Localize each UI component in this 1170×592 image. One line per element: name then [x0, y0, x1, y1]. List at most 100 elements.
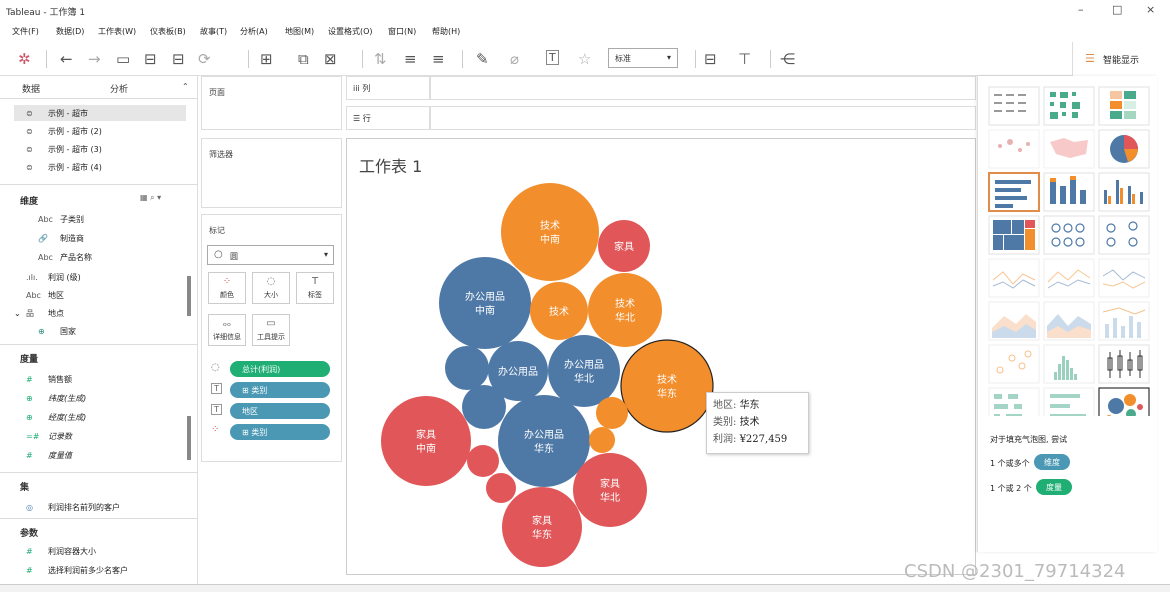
swap-icon[interactable]: ⇅	[374, 50, 387, 68]
viz-canvas[interactable]: 工作表 1 技术中南 家具 办公用品中南 技术 技术华北 办公用品 办公用品华北 技术华东 家具…	[346, 138, 976, 575]
forward-icon[interactable]: →	[88, 50, 101, 68]
close-button[interactable]: ×	[1146, 3, 1155, 16]
menu-help[interactable]: 帮助(H)	[432, 26, 460, 37]
chart-type-packed-bubbles[interactable]	[1098, 387, 1150, 416]
menu-dashboard[interactable]: 仪表板(B)	[150, 26, 186, 37]
datasource-item-3[interactable]: ⊜ 示例 - 超市 (3)	[26, 144, 102, 155]
chart-type-side-by-side-circles[interactable]	[1098, 215, 1150, 255]
set-item[interactable]: ◎ 利润排名前列的客户	[26, 502, 120, 513]
chart-type-gantt[interactable]	[988, 387, 1040, 416]
highlight-icon[interactable]: ✎	[476, 50, 489, 68]
dimension-item[interactable]: Abc 地区	[26, 290, 64, 301]
show-me-tab[interactable]: ☰ 智能显示	[1072, 42, 1170, 76]
tab-toggle-icon[interactable]: ⌃	[182, 82, 189, 91]
chart-type-lines-continuous[interactable]	[988, 258, 1040, 298]
chart-type-filled-map[interactable]	[1043, 129, 1095, 169]
chart-type-treemap[interactable]	[988, 215, 1040, 255]
chart-type-highlight-table[interactable]	[1098, 86, 1150, 126]
dimension-item[interactable]: ⊕ 国家	[38, 326, 76, 337]
chart-type-lines-discrete[interactable]	[1043, 258, 1095, 298]
chart-type-box-plot[interactable]	[1098, 344, 1150, 384]
fit-select[interactable]: 标准 ▾	[608, 48, 678, 68]
chart-type-pie[interactable]	[1098, 129, 1150, 169]
dimension-item[interactable]: Abc 子类别	[38, 214, 84, 225]
bubble-chart[interactable]: 技术中南家具办公用品中南 技术技术华北办公用品办公用品华北 技术华东家具中南办公用品…	[347, 139, 977, 576]
tableau-logo-icon[interactable]: ✲	[18, 50, 31, 68]
dimension-item[interactable]: 🔗 制造商	[38, 233, 84, 244]
bubble-办公用品-华北[interactable]	[548, 335, 620, 407]
chart-type-histogram[interactable]	[1043, 344, 1095, 384]
tooltip-button[interactable]: ▭ 工具提示	[252, 314, 290, 346]
back-icon[interactable]: ←	[60, 50, 73, 68]
measure-item[interactable]: ⊕ 经度(生成)	[26, 412, 86, 423]
menu-worksheet[interactable]: 工作表(W)	[98, 26, 136, 37]
new-sheet-icon[interactable]: ⊞	[260, 50, 273, 68]
chart-type-bullet-graph[interactable]	[1043, 387, 1095, 416]
menu-format[interactable]: 设置格式(O)	[328, 26, 373, 37]
menu-window[interactable]: 窗口(N)	[388, 26, 416, 37]
datasource-item-4[interactable]: ⊜ 示例 - 超市 (4)	[26, 162, 102, 173]
chart-type-area-continuous[interactable]	[988, 301, 1040, 341]
bubble-家具-华东[interactable]	[502, 487, 582, 567]
measure-item[interactable]: ⊕ 纬度(生成)	[26, 393, 86, 404]
dimensions-scrollbar[interactable]	[187, 276, 191, 316]
save-icon[interactable]: ▭	[116, 50, 130, 68]
menu-analysis[interactable]: 分析(A)	[240, 26, 268, 37]
size-button[interactable]: ◌ 大小	[252, 272, 290, 304]
bubble-技术-华北[interactable]	[588, 273, 662, 347]
menu-file[interactable]: 文件(F)	[12, 26, 39, 37]
filters-card[interactable]: 筛选器	[201, 138, 342, 208]
parameter-item[interactable]: # 利润容器大小	[26, 546, 96, 557]
bubble-办公用品[interactable]	[445, 346, 489, 390]
pin-icon[interactable]: ☆	[578, 50, 591, 68]
bubble-办公用品-中南[interactable]	[439, 257, 531, 349]
color-button[interactable]: ⁘ 颜色	[208, 272, 246, 304]
measures-scrollbar[interactable]	[187, 416, 191, 460]
chart-type-stacked-bars[interactable]	[1043, 172, 1095, 212]
mark-pill-category-label[interactable]: ⊞ 类别	[230, 382, 330, 398]
bubble-技术[interactable]	[589, 427, 615, 453]
show-labels-icon[interactable]: T	[546, 50, 559, 65]
bubble-家具[interactable]	[486, 473, 516, 503]
minimize-button[interactable]: –	[1078, 3, 1084, 16]
columns-shelf[interactable]	[430, 76, 976, 100]
label-button[interactable]: T 标签	[296, 272, 334, 304]
datasource-item-2[interactable]: ⊜ 示例 - 超市 (2)	[26, 126, 102, 137]
measure-item[interactable]: # 度量值	[26, 450, 72, 461]
duplicate-sheet-icon[interactable]: ⧉	[298, 50, 309, 68]
measure-item[interactable]: =# 记录数	[26, 431, 72, 442]
presentation-icon[interactable]: ⊤	[738, 50, 751, 68]
detail-button[interactable]: ₒₒ 详细信息	[208, 314, 246, 346]
bubble-家具-华北[interactable]	[573, 453, 647, 527]
menu-map[interactable]: 地图(M)	[285, 26, 314, 37]
chart-type-area-discrete[interactable]	[1043, 301, 1095, 341]
group-icon[interactable]: ⌀	[510, 50, 519, 68]
measure-item[interactable]: # 销售额	[26, 374, 72, 385]
chart-type-side-by-side-bars[interactable]	[1098, 172, 1150, 212]
chart-type-dual-lines[interactable]	[1098, 258, 1150, 298]
chart-type-scatter[interactable]	[988, 344, 1040, 384]
bubble-办公用品-华东[interactable]	[498, 395, 590, 487]
datasource-icon[interactable]: ⊟	[172, 50, 185, 68]
chart-type-symbol-map[interactable]	[988, 129, 1040, 169]
refresh-icon[interactable]: ⟳	[198, 50, 211, 68]
bubble-技术[interactable]	[596, 397, 628, 429]
tab-data[interactable]: 数据	[22, 82, 40, 95]
dimension-item[interactable]: ⌄ 品 地点	[14, 308, 64, 319]
fit-icon[interactable]: ⊟	[704, 50, 717, 68]
dimension-tools-icon[interactable]: ▦ ⌕ ▾	[140, 193, 161, 203]
share-icon[interactable]: ⋲	[780, 50, 795, 68]
bubble-家具-中南[interactable]	[381, 396, 471, 486]
mark-pill-profit[interactable]: 总计(利润)	[230, 361, 330, 377]
sheet-tabs-bar[interactable]	[0, 584, 1170, 592]
sort-desc-icon[interactable]: ≡	[432, 50, 445, 68]
rows-shelf[interactable]	[430, 106, 976, 130]
bubble-办公用品[interactable]	[462, 385, 506, 429]
pages-card[interactable]: 页面	[201, 76, 342, 130]
menu-data[interactable]: 数据(D)	[56, 26, 84, 37]
bubble-家具[interactable]	[467, 445, 499, 477]
parameter-item[interactable]: # 选择利润前多少名客户	[26, 565, 128, 576]
sort-asc-icon[interactable]: ≡	[404, 50, 417, 68]
chart-type-heat-table[interactable]	[1043, 86, 1095, 126]
clear-sheet-icon[interactable]: ⊠	[324, 50, 337, 68]
